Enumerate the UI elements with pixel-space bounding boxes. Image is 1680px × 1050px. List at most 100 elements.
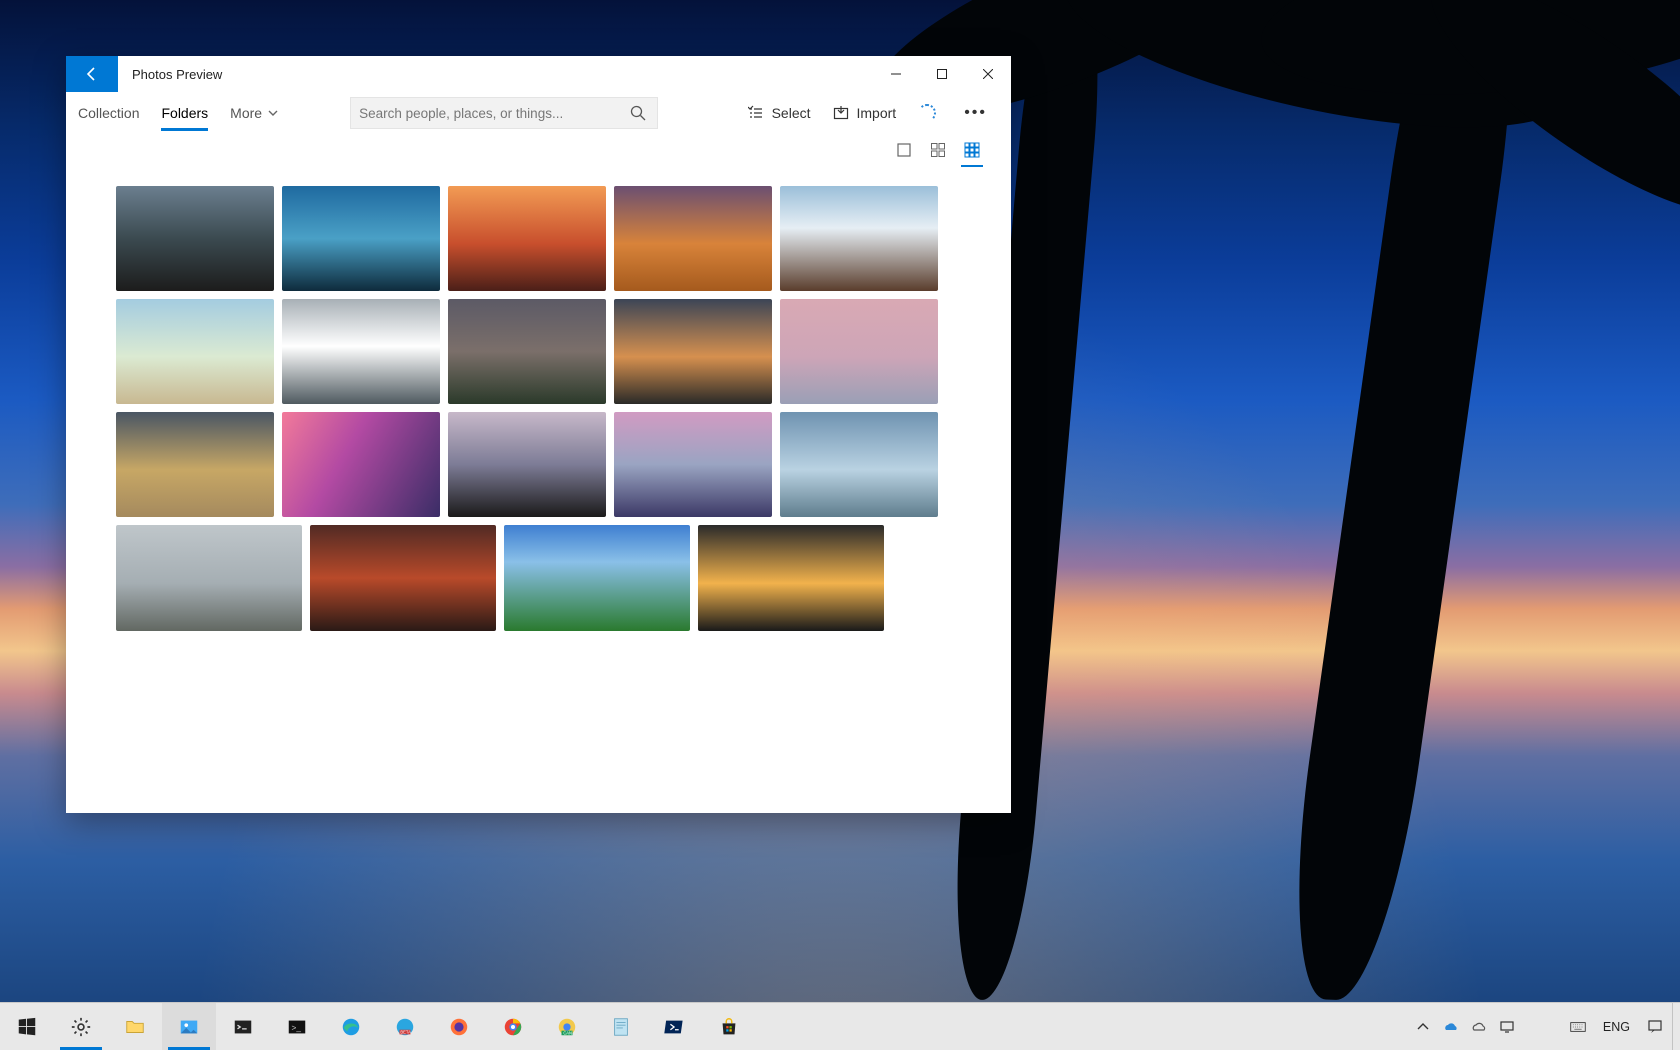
nav-tabs: Collection Folders More — [76, 99, 278, 127]
select-icon — [748, 105, 764, 121]
cloud-icon — [1471, 1019, 1487, 1035]
search-icon — [630, 105, 646, 121]
search-input[interactable] — [359, 106, 627, 121]
show-desktop-button[interactable] — [1672, 1003, 1678, 1050]
taskbar-photos[interactable] — [162, 1003, 216, 1050]
close-button[interactable] — [965, 56, 1011, 92]
search-box[interactable] — [350, 97, 658, 129]
photo-thumbnail[interactable] — [116, 525, 302, 631]
tray-onedrive[interactable] — [1437, 1003, 1465, 1050]
taskbar-firefox[interactable] — [432, 1003, 486, 1050]
edge-beta-icon: BETA — [394, 1016, 416, 1038]
photo-thumbnail[interactable] — [614, 186, 772, 291]
terminal-icon — [232, 1016, 254, 1038]
taskbar-edge-beta[interactable]: BETA — [378, 1003, 432, 1050]
photo-thumbnail[interactable] — [448, 412, 606, 517]
photo-thumbnail[interactable] — [780, 299, 938, 404]
photo-thumbnail[interactable] — [614, 412, 772, 517]
action-center-icon — [1647, 1019, 1663, 1035]
chrome-icon — [502, 1016, 524, 1038]
view-medium-grid-icon — [930, 142, 946, 158]
photo-thumbnail[interactable] — [310, 525, 496, 631]
taskbar-notepad[interactable] — [594, 1003, 648, 1050]
photo-thumbnail[interactable] — [780, 412, 938, 517]
taskbar-cmd[interactable]: >_ — [270, 1003, 324, 1050]
photo-thumbnail[interactable] — [448, 299, 606, 404]
taskbar-powershell[interactable] — [648, 1003, 702, 1050]
taskbar-store[interactable] — [702, 1003, 756, 1050]
photos-icon — [178, 1016, 200, 1038]
select-label: Select — [772, 105, 811, 121]
tray-screen[interactable] — [1493, 1003, 1521, 1050]
sync-indicator — [910, 100, 944, 126]
tray-cloud[interactable] — [1465, 1003, 1493, 1050]
firefox-icon — [448, 1016, 470, 1038]
photo-thumbnail[interactable] — [698, 525, 884, 631]
tray-language[interactable]: ENG — [1595, 1020, 1638, 1034]
tray-keyboard[interactable] — [1561, 1003, 1595, 1050]
taskbar-chrome[interactable] — [486, 1003, 540, 1050]
tray-action-center[interactable] — [1638, 1003, 1672, 1050]
taskbar: >_ BETA CAN — [0, 1002, 1680, 1050]
search-button[interactable] — [627, 105, 649, 121]
view-small-grid-icon — [964, 142, 980, 158]
photo-thumbnail[interactable] — [282, 412, 440, 517]
photo-thumbnail[interactable] — [282, 186, 440, 291]
view-small-grid-button[interactable] — [961, 139, 983, 161]
tray-show-hidden[interactable] — [1409, 1003, 1437, 1050]
maximize-icon — [937, 69, 947, 79]
keyboard-icon — [1570, 1019, 1586, 1035]
chevron-up-icon — [1415, 1019, 1431, 1035]
taskbar-file-explorer[interactable] — [108, 1003, 162, 1050]
windows-icon — [16, 1016, 38, 1038]
taskbar-terminal[interactable] — [216, 1003, 270, 1050]
view-single-icon — [896, 142, 912, 158]
tab-more[interactable]: More — [230, 99, 278, 127]
onedrive-icon — [1443, 1019, 1459, 1035]
edge-icon — [340, 1016, 362, 1038]
spinner-icon — [918, 104, 936, 122]
view-single-button[interactable] — [893, 139, 915, 161]
arrow-left-icon — [84, 66, 100, 82]
svg-text:BETA: BETA — [400, 1029, 411, 1034]
maximize-button[interactable] — [919, 56, 965, 92]
svg-text:>_: >_ — [292, 1023, 302, 1032]
chrome-canary-icon: CAN — [556, 1016, 578, 1038]
folder-icon — [124, 1016, 146, 1038]
photo-thumbnail[interactable] — [282, 299, 440, 404]
more-options-button[interactable]: ••• — [950, 100, 1001, 126]
taskbar-edge[interactable] — [324, 1003, 378, 1050]
back-button[interactable] — [66, 56, 118, 92]
photos-preview-window: Photos Preview Collection Folders More — [66, 56, 1011, 813]
photo-thumbnail[interactable] — [448, 186, 606, 291]
import-icon — [833, 105, 849, 121]
import-button[interactable]: Import — [825, 101, 905, 125]
notepad-icon — [610, 1016, 632, 1038]
photo-thumbnail[interactable] — [116, 412, 274, 517]
tab-collection[interactable]: Collection — [78, 99, 139, 127]
view-toolbar — [66, 134, 1011, 166]
taskbar-settings[interactable] — [54, 1003, 108, 1050]
minimize-button[interactable] — [873, 56, 919, 92]
powershell-icon — [664, 1016, 686, 1038]
import-label: Import — [857, 105, 897, 121]
select-button[interactable]: Select — [740, 101, 819, 125]
toolbar: Collection Folders More Select Import — [66, 92, 1011, 134]
photo-gallery — [66, 166, 1011, 813]
start-button[interactable] — [0, 1003, 54, 1050]
photo-thumbnail[interactable] — [116, 186, 274, 291]
ellipsis-icon: ••• — [958, 104, 993, 122]
photo-thumbnail[interactable] — [780, 186, 938, 291]
photo-thumbnail[interactable] — [504, 525, 690, 631]
tab-more-label: More — [230, 105, 262, 121]
photo-thumbnail[interactable] — [614, 299, 772, 404]
photo-thumbnail[interactable] — [116, 299, 274, 404]
gear-icon — [70, 1016, 92, 1038]
tab-folders[interactable]: Folders — [161, 99, 208, 127]
close-icon — [983, 69, 993, 79]
taskbar-chrome-canary[interactable]: CAN — [540, 1003, 594, 1050]
screen-icon — [1499, 1019, 1515, 1035]
view-medium-grid-button[interactable] — [927, 139, 949, 161]
window-title: Photos Preview — [118, 56, 873, 92]
cmd-icon: >_ — [286, 1016, 308, 1038]
